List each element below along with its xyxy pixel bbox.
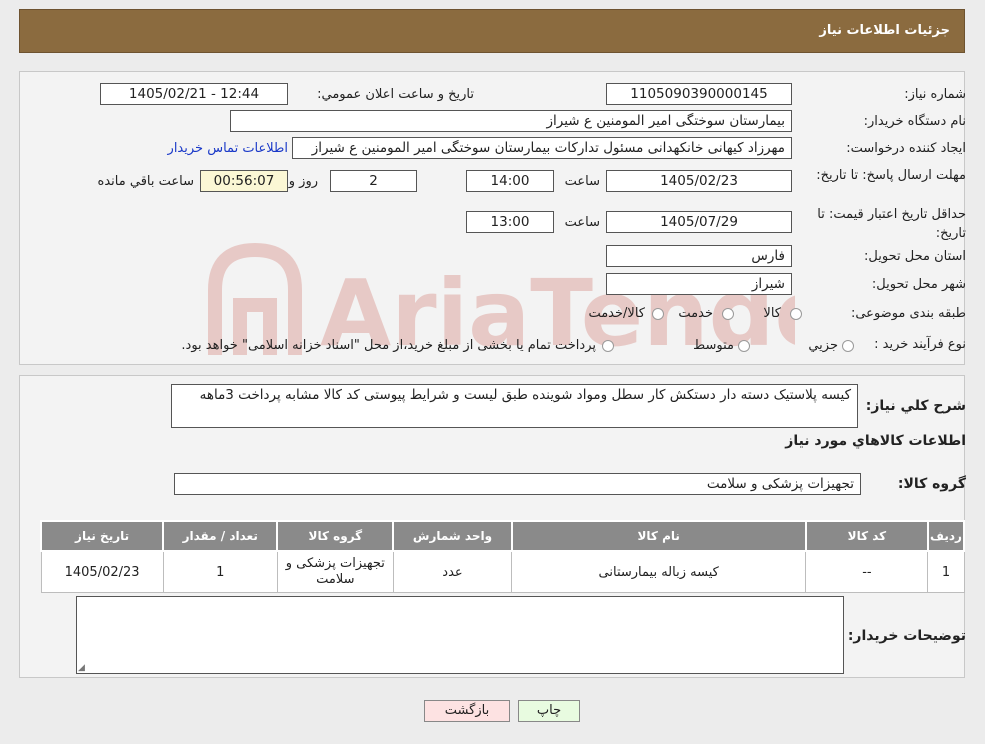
- need-number-label: شماره نیاز:: [904, 87, 966, 102]
- process-treasury-note: پرداخت تمام یا بخشی از مبلغ خرید،از محل …: [181, 338, 596, 353]
- province-label: استان محل تحويل:: [864, 249, 966, 264]
- city-label: شهر محل تحويل:: [871, 277, 966, 292]
- col-unit: واحد شمارش: [392, 520, 513, 552]
- col-date: تاريخ نياز: [39, 520, 165, 552]
- process-label: نوع فرآيند خريد :: [874, 337, 966, 352]
- table-row[interactable]: 1 -- کیسه زباله بیمارستانی عدد تجهیزات پ…: [40, 550, 965, 593]
- col-row: رديف: [926, 520, 966, 552]
- cell-row: 1: [927, 550, 965, 593]
- category-radio-service[interactable]: [722, 308, 734, 320]
- description-textarea[interactable]: کیسه پلاستیک دسته دار دستکش کار سطل وموا…: [171, 384, 858, 428]
- buyer-notes-textarea[interactable]: ◢: [76, 596, 844, 674]
- remaining-time-field: 00:56:07: [200, 170, 288, 192]
- category-radio-goods[interactable]: [790, 308, 802, 320]
- category-option-goods: کالا: [763, 306, 781, 321]
- cell-name: کیسه زباله بیمارستانی: [511, 550, 807, 593]
- process-radio-medium[interactable]: [738, 340, 750, 352]
- need-number-field[interactable]: 1105090390000145: [606, 83, 792, 105]
- goods-table-header: رديف کد کالا نام کالا واحد شمارش گروه کا…: [39, 520, 966, 552]
- validity-label: حداقل تاريخ اعتبار قيمت: تا تاريخ:: [817, 207, 966, 241]
- remaining-label: ساعت باقي مانده: [97, 174, 194, 189]
- process-radio-treasury[interactable]: [602, 340, 614, 352]
- goods-table: رديف کد کالا نام کالا واحد شمارش گروه کا…: [39, 520, 966, 593]
- deadline-time-field[interactable]: 14:00: [466, 170, 554, 192]
- col-group: گروه کالا: [276, 520, 395, 552]
- validity-time-label: ساعت: [564, 215, 600, 230]
- creator-label: ايجاد کننده درخواست:: [846, 141, 966, 156]
- buyer-notes-label: توضيحات خريدار:: [847, 628, 966, 644]
- buyer-org-label: نام دستگاه خريدار:: [863, 114, 966, 129]
- col-name: نام کالا: [510, 520, 807, 552]
- days-field[interactable]: 2: [330, 170, 417, 192]
- resize-handle-icon[interactable]: ◢: [78, 663, 85, 673]
- process-option-minor: جزيي: [808, 338, 838, 353]
- cell-unit: عدد: [392, 550, 513, 593]
- announce-datetime-field[interactable]: 1405/02/21 - 12:44: [100, 83, 288, 105]
- description-text: کیسه پلاستیک دسته دار دستکش کار سطل وموا…: [199, 387, 851, 403]
- buyer-org-field[interactable]: بیمارستان سوختگی امیر المومنین ع شیراز: [230, 110, 792, 132]
- category-label: طبقه بندی موضوعی:: [850, 306, 966, 321]
- print-button[interactable]: چاپ: [518, 700, 580, 722]
- cell-date: 1405/02/23: [40, 550, 164, 593]
- page-header: جزئیات اطلاعات نیاز: [19, 9, 965, 53]
- goods-section-title: اطلاعات کالاهاي مورد نياز: [785, 433, 966, 449]
- deadline-time-label: ساعت: [564, 174, 600, 189]
- deadline-date-field[interactable]: 1405/02/23: [606, 170, 792, 192]
- col-qty: تعداد / مقدار: [162, 520, 279, 552]
- validity-time-field[interactable]: 13:00: [466, 211, 554, 233]
- category-option-goods-service: کالا/خدمت: [588, 306, 645, 321]
- validity-date-field[interactable]: 1405/07/29: [606, 211, 792, 233]
- category-radio-goods-service[interactable]: [652, 308, 664, 320]
- province-field[interactable]: فارس: [606, 245, 792, 267]
- days-label: روز و: [288, 174, 318, 189]
- goods-group-field[interactable]: تجهیزات پزشکی و سلامت: [174, 473, 861, 495]
- deadline-label: مهلت ارسال پاسخ: تا تاریخ:: [816, 168, 966, 183]
- process-radio-minor[interactable]: [842, 340, 854, 352]
- cell-qty: 1: [162, 550, 278, 593]
- city-field[interactable]: شیراز: [606, 273, 792, 295]
- creator-field[interactable]: مهرزاد کیهانی خانکهدانی مسئول تدارکات بی…: [292, 137, 792, 159]
- page-title: جزئیات اطلاعات نیاز: [819, 23, 950, 38]
- goods-group-label: گروه کالا:: [897, 476, 966, 492]
- announce-label: تاریخ و ساعت اعلان عمومي:: [317, 87, 474, 102]
- cell-code: --: [805, 550, 929, 593]
- description-label: شرح کلي نياز:: [865, 398, 966, 414]
- col-code: کد کالا: [804, 520, 929, 552]
- buyer-contact-link[interactable]: اطلاعات تماس خريدار: [168, 141, 288, 156]
- back-button[interactable]: بازگشت: [424, 700, 510, 722]
- category-option-service: خدمت: [678, 306, 713, 321]
- process-option-medium: متوسط: [693, 338, 734, 353]
- cell-group: تجهیزات پزشکی و سلامت: [276, 550, 394, 593]
